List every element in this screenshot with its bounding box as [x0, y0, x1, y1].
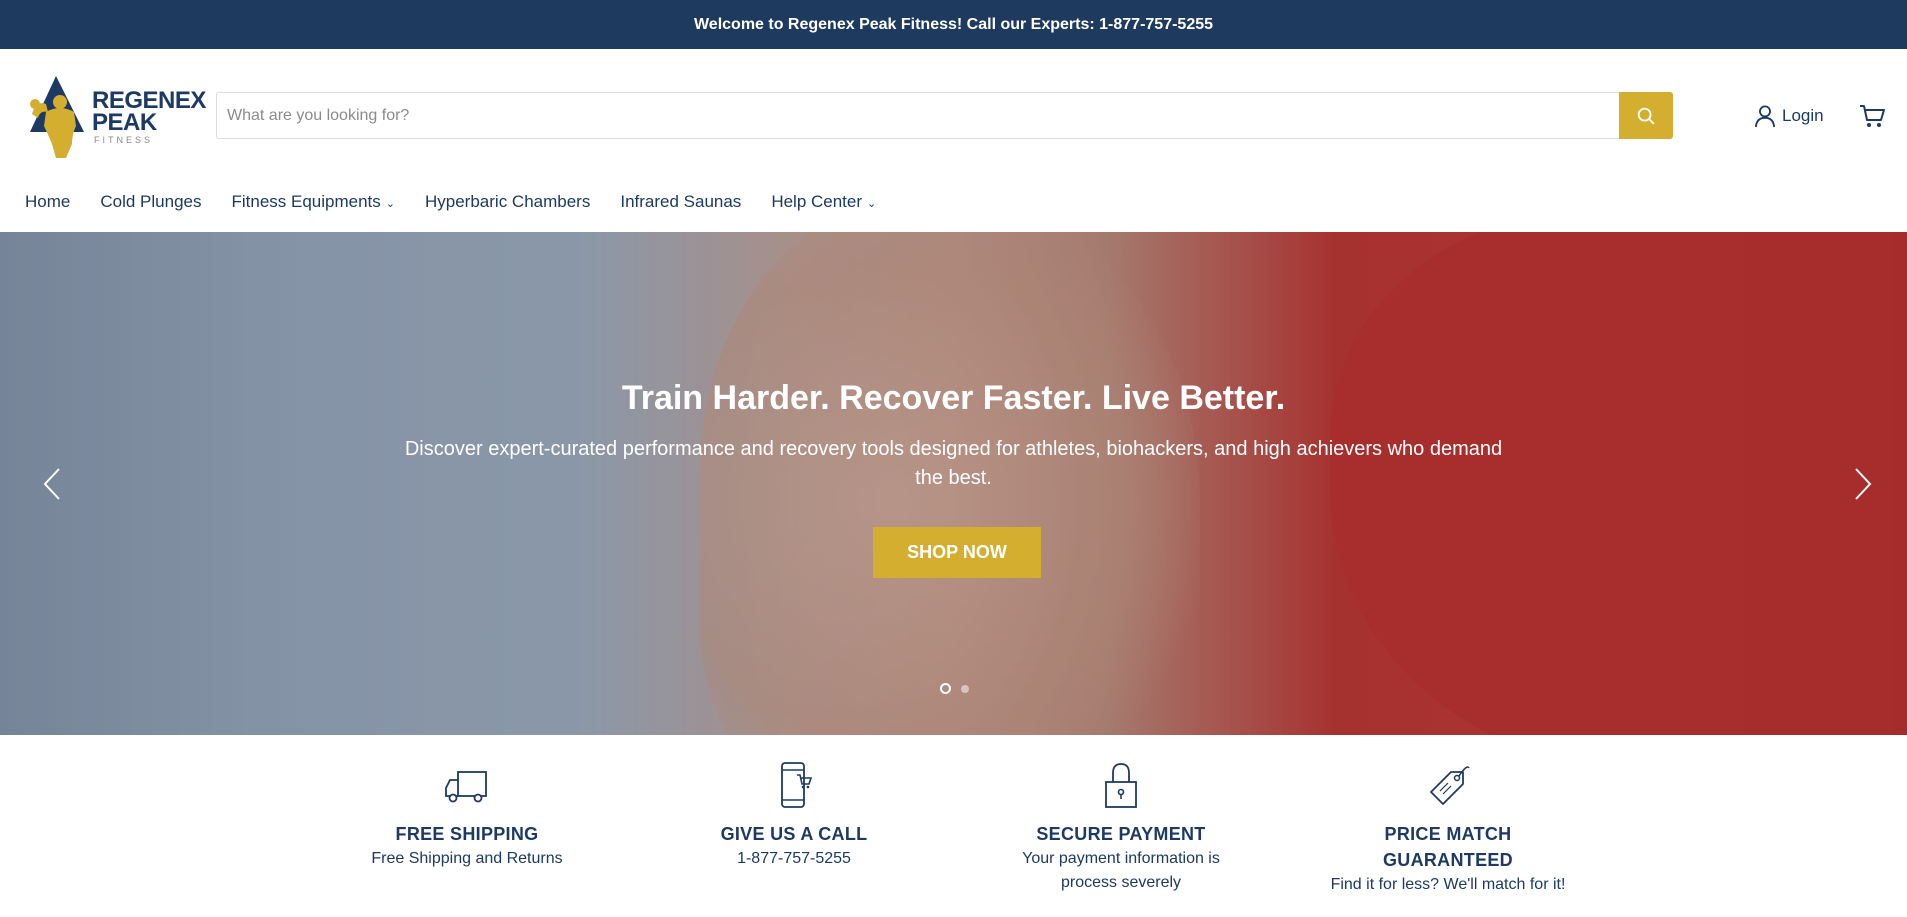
nav-item-label: Cold Plunges: [100, 192, 202, 211]
feature-secure-payment: SECURE PAYMENT Your payment information …: [956, 760, 1286, 895]
chevron-down-icon: ⌄: [867, 197, 877, 210]
price-tag-icon: [1430, 766, 1470, 805]
slideshow-prev-button[interactable]: [37, 464, 67, 504]
brand-logo[interactable]: REGENEX PEAK FITNESS: [26, 74, 206, 160]
feature-title: SECURE PAYMENT: [1036, 824, 1206, 844]
logo-line-2: PEAK: [92, 109, 157, 136]
nav-item-label: Home: [25, 192, 71, 211]
login-label: Login: [1782, 106, 1824, 125]
chevron-left-icon: [43, 468, 60, 500]
user-icon: [1754, 105, 1776, 128]
chevron-down-icon: ⌄: [385, 197, 395, 210]
athlete-logo-icon: [30, 76, 84, 158]
nav-item-infrared-saunas[interactable]: Infrared Saunas: [620, 192, 741, 212]
slide-dot-1[interactable]: [940, 683, 951, 694]
announcement-text: Welcome to Regenex Peak Fitness! Call ou…: [693, 15, 1214, 33]
hero-subtitle: Discover expert-curated performance and …: [404, 438, 1503, 489]
logo-subtitle: FITNESS: [94, 135, 154, 145]
nav-item-label: Infrared Saunas: [620, 192, 742, 211]
feature-title: FREE SHIPPING: [395, 824, 539, 844]
nav-item-home[interactable]: Home: [25, 192, 70, 212]
nav-item-fitness-equipments[interactable]: Fitness Equipments ⌄: [231, 192, 395, 212]
nav-item-label: Help Center: [771, 192, 863, 211]
slideshow-next-button[interactable]: [1848, 464, 1878, 504]
nav-item-help-center[interactable]: Help Center ⌄: [771, 192, 876, 212]
search-icon: [1637, 107, 1655, 124]
cart-button[interactable]: [1858, 102, 1886, 130]
feature-title: PRICE MATCH GUARANTEED: [1382, 824, 1513, 870]
hero-slideshow: Train Harder. Recover Faster. Live Bette…: [0, 232, 1907, 735]
slide-dot-2[interactable]: [961, 684, 969, 693]
feature-text: Find it for less? We'll match for it!: [1330, 876, 1566, 893]
feature-title: GIVE US A CALL: [720, 824, 868, 844]
phone-cart-icon: [781, 762, 813, 808]
chevron-right-icon: [1855, 468, 1872, 500]
main-nav: Home Cold Plunges Fitness Equipments ⌄ H…: [25, 189, 906, 215]
slideshow-dots: [940, 683, 969, 694]
nav-item-cold-plunges[interactable]: Cold Plunges: [100, 192, 201, 212]
shop-now-button[interactable]: SHOP NOW: [873, 527, 1041, 578]
feature-give-us-a-call: GIVE US A CALL 1-877-757-5255: [629, 760, 959, 871]
login-link[interactable]: Login: [1754, 102, 1824, 130]
logo-wordmark: REGENEX PEAK: [92, 89, 206, 136]
nav-item-label: Fitness Equipments: [231, 192, 381, 211]
search-input[interactable]: [217, 93, 1619, 138]
features-row: FREE SHIPPING Free Shipping and Returns …: [0, 760, 1907, 917]
feature-text: Free Shipping and Returns: [371, 850, 563, 867]
feature-price-match: PRICE MATCH GUARANTEED Find it for less?…: [1283, 760, 1613, 897]
search-bar: [216, 92, 1673, 139]
feature-text: Your payment information is process seve…: [1022, 850, 1220, 891]
feature-text: 1-877-757-5255: [737, 850, 851, 867]
truck-icon: [445, 771, 487, 803]
feature-free-shipping: FREE SHIPPING Free Shipping and Returns: [302, 760, 632, 871]
search-button[interactable]: [1619, 92, 1673, 139]
cart-icon: [1860, 105, 1885, 127]
nav-item-hyperbaric-chambers[interactable]: Hyperbaric Chambers: [425, 192, 590, 212]
announcement-bar: Welcome to Regenex Peak Fitness! Call ou…: [0, 0, 1907, 49]
hero-title: Train Harder. Recover Faster. Live Bette…: [621, 379, 1286, 417]
nav-item-label: Hyperbaric Chambers: [425, 192, 591, 211]
lock-icon: [1105, 763, 1137, 808]
